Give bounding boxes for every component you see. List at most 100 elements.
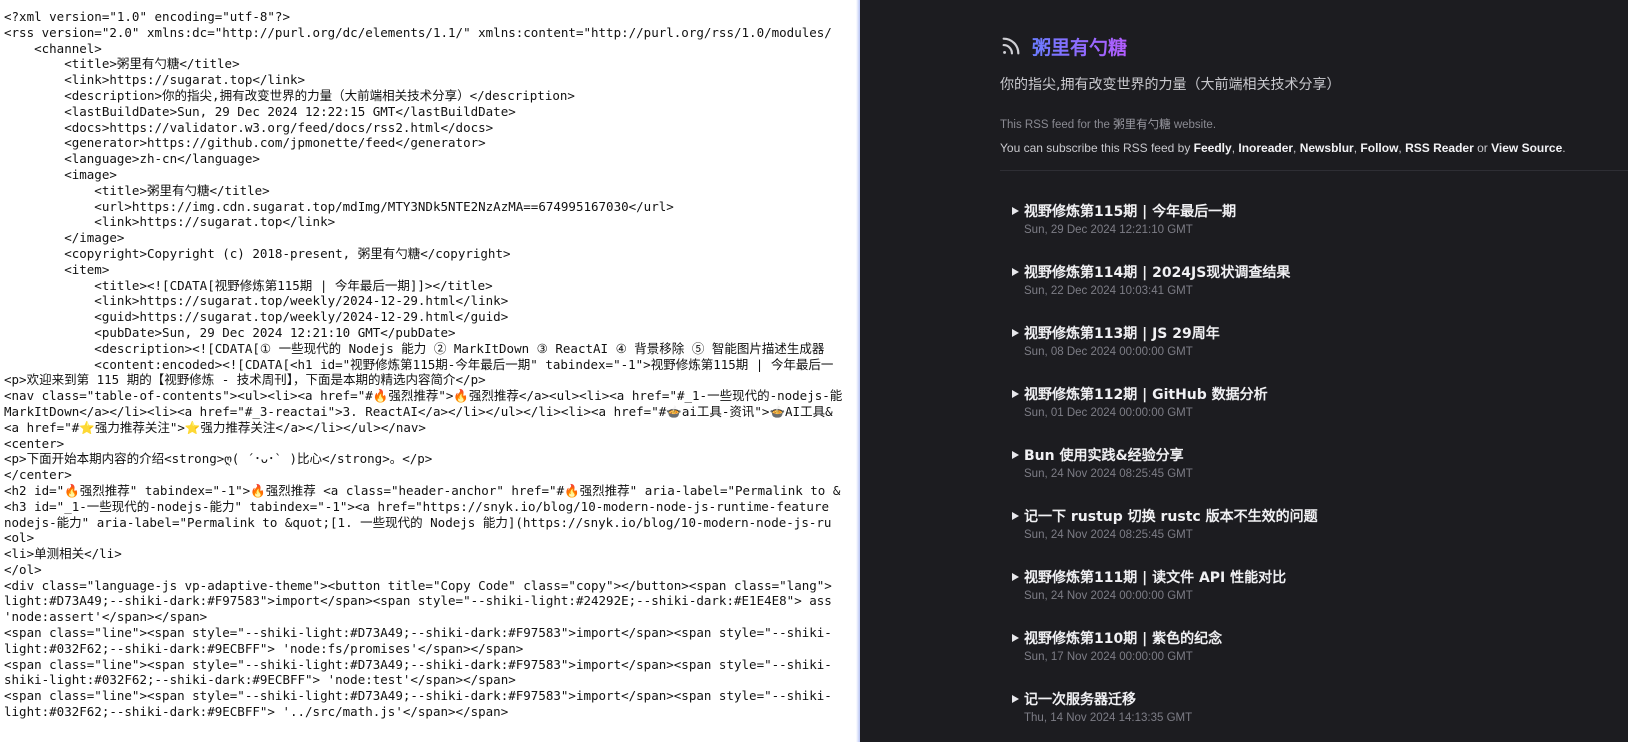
feed-note-site: 粥里有勺糖 xyxy=(1113,119,1171,131)
source-line: <image> xyxy=(4,166,117,182)
rss-preview-pane: 粥里有勺糖 你的指尖,拥有改变世界的力量（大前端相关技术分享） This RSS… xyxy=(860,0,1628,742)
feed-item-title: 记一下 rustup 切换 rustc 版本不生效的问题 xyxy=(1024,509,1318,525)
feed-item-summary[interactable]: 视野修炼第112期 | GitHub 数据分析 xyxy=(1012,383,1612,405)
source-line: 'node:assert'</span></span> xyxy=(4,609,208,625)
feed-item-date: Sun, 17 Nov 2024 00:00:00 GMT xyxy=(1024,651,1193,663)
source-line: light:#032F62;--shiki-dark:#9ECBFF"> 'no… xyxy=(4,640,524,656)
feed-title: 粥里有勺糖 xyxy=(1032,33,1127,60)
feed-item[interactable]: 视野修炼第110期 | 紫色的纪念 Sun, 17 Nov 2024 00:00:… xyxy=(1012,627,1612,688)
feed-note: This RSS feed for the 粥里有勺糖 website. xyxy=(1000,116,1620,132)
triangle-right-icon xyxy=(1012,268,1019,276)
source-line: <channel> xyxy=(4,40,102,56)
xml-source-pane[interactable]: <?xml version="1.0" encoding="utf-8"?> <r… xyxy=(0,0,860,742)
source-line: <div class="language-js vp-adaptive-them… xyxy=(4,577,832,593)
triangle-right-icon xyxy=(1012,390,1019,398)
source-line: <nav class="table-of-contents"><ul><li><… xyxy=(4,388,843,404)
feed-item-date: Sun, 24 Nov 2024 08:25:45 GMT xyxy=(1024,529,1193,541)
feed-item-summary[interactable]: 视野修炼第115期 | 今年最后一期 xyxy=(1012,200,1612,222)
header-divider xyxy=(1000,170,1628,171)
feed-item-title: 视野修炼第113期 | JS 29周年 xyxy=(1024,326,1220,342)
source-line: <li>单测相关</li> xyxy=(4,546,122,562)
source-line: <h3 id="_1-一些现代的-nodejs-能力" tabindex="-1… xyxy=(4,498,830,514)
subscribe-link-follow[interactable]: Follow xyxy=(1360,141,1398,155)
source-line: </image> xyxy=(4,230,125,246)
source-line: <description>你的指尖,拥有改变世界的力量（大前端相关技术分享）</… xyxy=(4,87,575,103)
feed-item-summary[interactable]: 记一次服务器迁移 xyxy=(1012,688,1612,710)
feed-item-date: Sun, 24 Nov 2024 08:25:45 GMT xyxy=(1024,468,1193,480)
period: . xyxy=(1562,141,1566,155)
source-line: <h2 id="🔥强烈推荐" tabindex="-1">🔥强烈推荐 <a cl… xyxy=(4,482,841,498)
triangle-right-icon xyxy=(1012,634,1019,642)
triangle-right-icon xyxy=(1012,512,1019,520)
feed-item[interactable]: 视野修炼第112期 | GitHub 数据分析 Sun, 01 Dec 2024 … xyxy=(1012,383,1612,444)
subscribe-link-rss-reader[interactable]: RSS Reader xyxy=(1405,141,1474,155)
feed-item-date: Sun, 24 Nov 2024 00:00:00 GMT xyxy=(1024,590,1193,602)
subscribe-link-inoreader[interactable]: Inoreader xyxy=(1238,141,1293,155)
source-line: light:#032F62;--shiki-dark:#9ECBFF"> '..… xyxy=(4,704,509,720)
feed-item[interactable]: 视野修炼第111期 | 读文件 API 性能对比 Sun, 24 Nov 2024… xyxy=(1012,566,1612,627)
source-line: <link>https://sugarat.top</link> xyxy=(4,214,336,230)
feed-item-summary[interactable]: 视野修炼第113期 | JS 29周年 xyxy=(1012,322,1612,344)
source-line: <guid>https://sugarat.top/weekly/2024-12… xyxy=(4,309,509,325)
source-line: <title><![CDATA[视野修炼第115期 | 今年最后一期]]></t… xyxy=(4,277,493,293)
feed-item-summary[interactable]: 视野修炼第110期 | 紫色的纪念 xyxy=(1012,627,1612,649)
subscribe-link-newsblur[interactable]: Newsblur xyxy=(1300,141,1354,155)
feed-item[interactable]: 视野修炼第113期 | JS 29周年 Sun, 08 Dec 2024 00:0… xyxy=(1012,322,1612,383)
feed-item-date: Thu, 14 Nov 2024 14:13:35 GMT xyxy=(1024,712,1193,724)
feed-item[interactable]: Bun 使用实践&经验分享 Sun, 24 Nov 2024 08:25:45 G… xyxy=(1012,444,1612,505)
feed-item-date: Sun, 29 Dec 2024 12:21:10 GMT xyxy=(1024,224,1193,236)
feed-item-date: Sun, 08 Dec 2024 00:00:00 GMT xyxy=(1024,346,1193,358)
feed-item-title: 记一次服务器迁移 xyxy=(1024,692,1136,708)
feed-item-date: Sun, 22 Dec 2024 10:03:41 GMT xyxy=(1024,285,1193,297)
source-line: <ol> xyxy=(4,530,35,546)
triangle-right-icon xyxy=(1012,695,1019,703)
xml-source-lines: <?xml version="1.0" encoding="utf-8"?> <r… xyxy=(0,0,860,720)
source-line: <generator>https://github.com/jpmonette/… xyxy=(4,135,486,151)
triangle-right-icon xyxy=(1012,451,1019,459)
feed-item[interactable]: 记一次服务器迁移 Thu, 14 Nov 2024 14:13:35 GMT xyxy=(1012,688,1612,742)
source-line: shiki-light:#032F62;--shiki-dark:#9ECBFF… xyxy=(4,672,516,688)
source-line: <rss version="2.0" xmlns:dc="http://purl… xyxy=(4,24,832,40)
feed-item[interactable]: 记一下 rustup 切换 rustc 版本不生效的问题 Sun, 24 Nov … xyxy=(1012,505,1612,566)
feed-item-summary[interactable]: Bun 使用实践&经验分享 xyxy=(1012,444,1612,466)
rss-icon xyxy=(1000,35,1022,57)
feed-header: 粥里有勺糖 你的指尖,拥有改变世界的力量（大前端相关技术分享） This RSS… xyxy=(1000,32,1620,156)
feed-note-suffix: website. xyxy=(1170,119,1217,131)
feed-item-title: 视野修炼第115期 | 今年最后一期 xyxy=(1024,204,1237,220)
view-source-link[interactable]: View Source xyxy=(1491,141,1562,155)
source-line: <title>粥里有勺糖</title> xyxy=(4,182,270,198)
source-line: <lastBuildDate>Sun, 29 Dec 2024 12:22:15… xyxy=(4,103,516,119)
source-line: <title>粥里有勺糖</title> xyxy=(4,56,240,72)
source-line: <language>zh-cn</language> xyxy=(4,151,260,167)
triangle-right-icon xyxy=(1012,573,1019,581)
feed-item-summary[interactable]: 视野修炼第111期 | 读文件 API 性能对比 xyxy=(1012,566,1612,588)
source-line: <link>https://sugarat.top</link> xyxy=(4,72,306,88)
source-line: <p>下面开始本期内容的介绍<strong>ღ( ´･ᴗ･` )比心</stro… xyxy=(4,451,433,467)
source-line: <p>欢迎来到第 115 期的【视野修炼 - 技术周刊】，下面是本期的精选内容简… xyxy=(4,372,486,388)
source-line: <span class="line"><span style="--shiki-… xyxy=(4,625,832,641)
source-line: <content:encoded><![CDATA[<h1 id="视野修炼第1… xyxy=(4,356,834,372)
feed-item-summary[interactable]: 视野修炼第114期 | 2024JS现状调查结果 xyxy=(1012,261,1612,283)
source-line: </center> xyxy=(4,467,72,483)
feed-note-prefix: This RSS feed for the xyxy=(1000,119,1114,131)
source-line: <center> xyxy=(4,435,65,451)
source-line: <?xml version="1.0" encoding="utf-8"?> xyxy=(4,9,290,24)
feed-item-date: Sun, 01 Dec 2024 00:00:00 GMT xyxy=(1024,407,1193,419)
subscribe-link-feedly[interactable]: Feedly xyxy=(1194,141,1232,155)
feed-item[interactable]: 视野修炼第115期 | 今年最后一期 Sun, 29 Dec 2024 12:21… xyxy=(1012,200,1612,261)
source-line: <link>https://sugarat.top/weekly/2024-12… xyxy=(4,293,509,309)
feed-item-list: 视野修炼第115期 | 今年最后一期 Sun, 29 Dec 2024 12:21… xyxy=(1012,200,1612,742)
source-line: <item> xyxy=(4,261,110,277)
feed-item-summary[interactable]: 记一下 rustup 切换 rustc 版本不生效的问题 xyxy=(1012,505,1612,527)
subscribe-prefix: You can subscribe this RSS feed by xyxy=(1000,141,1194,155)
feed-item-title: 视野修炼第112期 | GitHub 数据分析 xyxy=(1024,387,1268,403)
source-line: <a href="#⭐强力推荐关注">⭐强力推荐关注</a></li></ul>… xyxy=(4,419,426,435)
feed-item[interactable]: 视野修炼第114期 | 2024JS现状调查结果 Sun, 22 Dec 2024… xyxy=(1012,261,1612,322)
feed-item-title: 视野修炼第111期 | 读文件 API 性能对比 xyxy=(1024,570,1287,586)
source-line: <description><![CDATA[① 一些现代的 Nodejs 能力 … xyxy=(4,340,825,356)
subscribe-line: You can subscribe this RSS feed by Feedl… xyxy=(1000,141,1620,155)
source-line: MarkItDown</a></li><li><a href="#_3-reac… xyxy=(4,403,833,419)
source-line: <span class="line"><span style="--shiki-… xyxy=(4,656,832,672)
feed-item-title: 视野修炼第110期 | 紫色的纪念 xyxy=(1024,631,1223,647)
source-line: <docs>https://validator.w3.org/feed/docs… xyxy=(4,119,494,135)
